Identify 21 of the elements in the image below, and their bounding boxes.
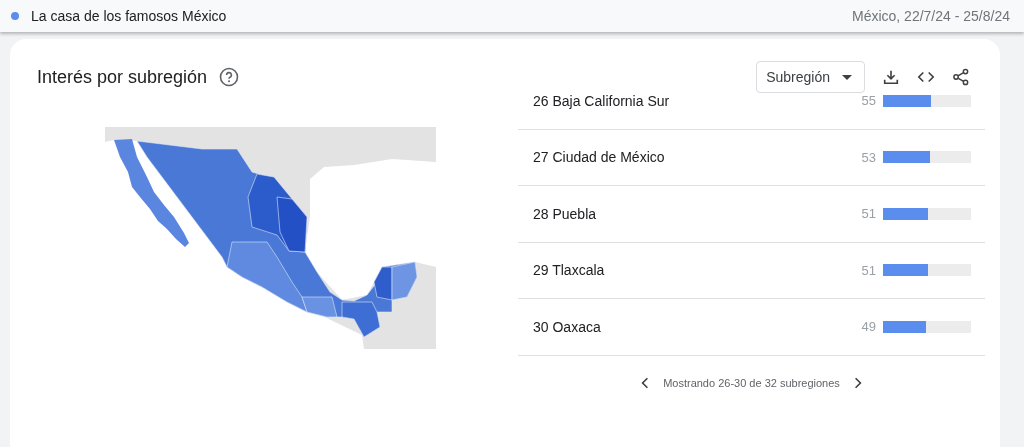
region-name: 27 Ciudad de México bbox=[533, 149, 666, 166]
region-name: 29 Tlaxcala bbox=[533, 262, 606, 279]
share-icon[interactable] bbox=[952, 68, 970, 86]
region-name: 28 Puebla bbox=[533, 205, 598, 222]
region-name: 30 Oaxaca bbox=[533, 318, 602, 335]
interest-value: 55 bbox=[861, 93, 876, 109]
subregion-dropdown[interactable]: Subregión bbox=[756, 61, 865, 93]
previous-page-icon[interactable] bbox=[641, 376, 650, 389]
scope-text: México, 22/7/24 - 25/8/24 bbox=[852, 8, 1010, 24]
interest-value: 49 bbox=[861, 319, 876, 335]
interest-value: 51 bbox=[861, 206, 876, 222]
next-page-icon[interactable] bbox=[853, 376, 862, 389]
download-icon[interactable] bbox=[882, 68, 900, 86]
region-name: 26 Baja California Sur bbox=[533, 92, 671, 109]
card-title: Interés por subregión bbox=[37, 66, 208, 88]
help-icon[interactable] bbox=[219, 67, 240, 87]
pagination-text: Mostrando 26-30 de 32 subregiones bbox=[663, 376, 840, 389]
interest-value: 51 bbox=[861, 262, 876, 278]
interest-value: 53 bbox=[861, 149, 876, 165]
search-term: La casa de los famosos México bbox=[31, 8, 227, 24]
caret-icon bbox=[842, 74, 852, 80]
